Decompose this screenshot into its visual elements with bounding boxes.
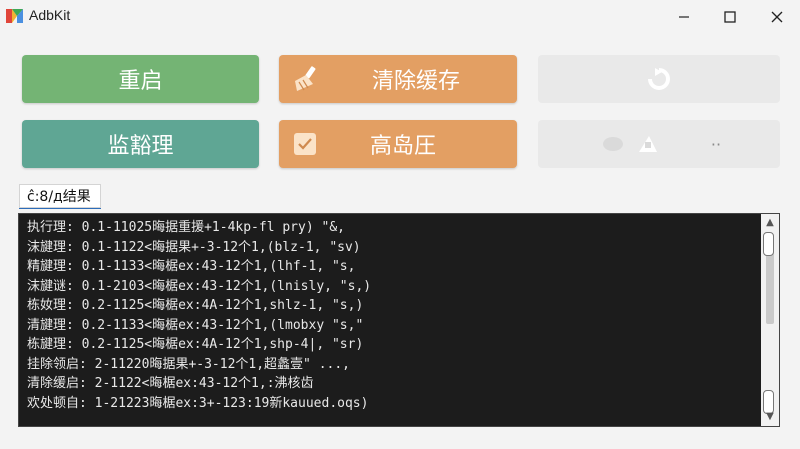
refresh-button[interactable] xyxy=(538,55,780,103)
console-line: 沫旔理: 0.1-1122<晦据果+-3-12个1,(blz-1, "sv) xyxy=(27,239,361,255)
scroll-top-knob[interactable] xyxy=(763,232,774,256)
console-lines: 执行理: 0.1-11025晦据重援+1-4kp-fl pry) "&, 沫旔理… xyxy=(27,218,747,413)
monitor-button[interactable]: 监豁理 xyxy=(22,120,259,168)
advanced-button-label: 高岛圧 xyxy=(369,134,436,159)
advanced-button[interactable]: 高岛圧 xyxy=(279,120,517,168)
scroll-down-icon[interactable]: ▼ xyxy=(761,410,779,424)
console-line: 沫旔谜: 0.1-2103<晦椐ex:43-12个1,(lnisly, "s,) xyxy=(27,278,372,294)
clear-cache-button-label: 清除缓存 xyxy=(371,69,460,94)
maximize-icon xyxy=(724,11,736,23)
reboot-button-label: 重启 xyxy=(118,69,163,94)
console-line: 执行理: 0.1-11025晦据重援+1-4kp-fl pry) "&, xyxy=(27,220,345,235)
console-line: 欢处顿自: 1-21223晦椐ex:3+-123:19新kauued.oqs) xyxy=(27,395,369,411)
window-title: AdbKit xyxy=(29,7,71,23)
console-line: 清旔理: 0.2-1133<晦椐ex:43-12个1,(lmobxy "s," xyxy=(27,317,364,333)
console-line: 清除缓启: 2-1122<晦椐ex:43-12个1,:沸核齿 xyxy=(27,376,314,391)
console-line: 栋奻理: 0.2-1125<晦椐ex:4A-12个1,shlz-1, "s,) xyxy=(27,298,364,313)
maximize-button[interactable] xyxy=(707,0,753,34)
close-icon xyxy=(771,11,783,23)
scroll-up-icon[interactable]: ▲ xyxy=(761,216,779,230)
console-scrollbar[interactable]: ▲ ▼ xyxy=(761,214,779,426)
minimize-icon xyxy=(679,16,689,18)
title-bar: AdbKit xyxy=(0,0,800,34)
disabled-tools-button[interactable]: ·· xyxy=(538,120,780,168)
output-console[interactable]: 执行理: 0.1-11025晦据重援+1-4kp-fl pry) "&, 沫旔理… xyxy=(18,213,780,427)
disabled-tools-dots: ·· xyxy=(710,134,722,154)
reboot-button[interactable]: 重启 xyxy=(22,55,259,103)
output-section-label: ĉ:8/д结果 xyxy=(19,184,101,209)
clear-cache-button[interactable]: 清除缓存 xyxy=(279,55,517,103)
checkbox-icon xyxy=(294,133,316,155)
misc-icons xyxy=(602,136,657,152)
monitor-button-label: 监豁理 xyxy=(107,134,174,159)
minimize-button[interactable] xyxy=(661,0,707,34)
console-line: 栋旔理: 0.2-1125<晦椐ex:4A-12个1,shp-4|, "sr) xyxy=(27,337,364,352)
adbkit-logo-icon xyxy=(6,9,23,23)
broom-icon xyxy=(295,66,316,91)
close-button[interactable] xyxy=(754,0,800,34)
console-line: 挂除领启: 2-11220晦据果+-3-12个1,超蠡壹" ..., xyxy=(27,356,351,372)
refresh-icon xyxy=(648,68,670,90)
console-line: 精旔理: 0.1-1133<晦椐ex:43-12个1,(lhf-1, "s, xyxy=(27,259,356,274)
